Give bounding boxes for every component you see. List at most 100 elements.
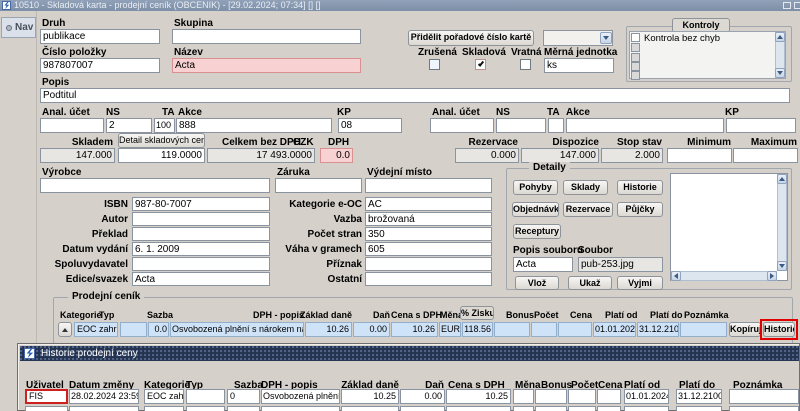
- hist-row2-poznamka-field[interactable]: [729, 406, 799, 411]
- hist-row2-sazba-field[interactable]: [227, 406, 260, 411]
- cenik-mena-field[interactable]: EUR: [439, 322, 461, 337]
- hist-mena-field[interactable]: [513, 389, 534, 404]
- hist-bonus-field[interactable]: [535, 389, 567, 404]
- ostatni-field[interactable]: [365, 272, 492, 286]
- vazba-field[interactable]: brožovaná: [365, 212, 492, 226]
- hist-plati-do-field[interactable]: 31.12.2100: [676, 389, 722, 404]
- hist-typ-field[interactable]: [186, 389, 225, 404]
- anal-ucet-field-left[interactable]: [40, 118, 104, 133]
- cenik-zaklad-field[interactable]: 10.26: [305, 322, 352, 337]
- hist-zaklad-field[interactable]: 10.25: [341, 389, 399, 404]
- cenik-expand-button[interactable]: [58, 322, 72, 337]
- skladova-checkbox[interactable]: [475, 59, 486, 70]
- preview-scroll-right-button[interactable]: [767, 271, 777, 281]
- sklady-button[interactable]: Sklady: [563, 180, 608, 195]
- preview-scroll-up-button[interactable]: [777, 174, 787, 184]
- hist-row2-dan-field[interactable]: [400, 406, 445, 411]
- pohyby-button[interactable]: Pohyby: [513, 180, 558, 195]
- cenik-dph-popis-field[interactable]: Osvobozená plnění s nárokem na odp: [170, 322, 304, 337]
- anal-ucet-field-right[interactable]: [430, 118, 494, 133]
- skupina-field[interactable]: [172, 29, 361, 44]
- hist-pocet-field[interactable]: [568, 389, 596, 404]
- rezervace-button[interactable]: Rezervace: [563, 202, 613, 217]
- hist-kategorie-field[interactable]: EOC zahr: [144, 389, 184, 404]
- edice-field[interactable]: Acta: [132, 272, 270, 286]
- datum-vydani-field[interactable]: 6. 1. 2009: [132, 242, 270, 256]
- cenik-poznamka-field[interactable]: [680, 322, 727, 337]
- priznak-field[interactable]: [365, 257, 492, 271]
- pocet-stran-field[interactable]: 350: [365, 227, 492, 241]
- cenik-zisk-field[interactable]: 118.56: [462, 322, 493, 337]
- kopiruj-button[interactable]: Kopíruj: [729, 322, 761, 337]
- hist-row2-pocet-field[interactable]: [568, 406, 596, 411]
- ns-field-right[interactable]: [496, 118, 546, 133]
- hist-row2-uzivatel-field[interactable]: [25, 406, 68, 411]
- kp-field-left[interactable]: 08: [338, 118, 402, 133]
- cenik-plati-od-field[interactable]: 01.01.2024: [593, 322, 636, 337]
- cislo-polozky-field[interactable]: 987807007: [40, 58, 160, 73]
- hist-row2-plati-od-field[interactable]: [624, 406, 669, 411]
- vyjmi-button[interactable]: Vyjmi: [617, 276, 663, 290]
- hist-row2-cena-s-dph-field[interactable]: [446, 406, 511, 411]
- hist-uzivatel-field[interactable]: FIS: [25, 389, 68, 404]
- preview-vscrollbar[interactable]: [777, 174, 787, 271]
- preview-scroll-left-button[interactable]: [671, 271, 681, 281]
- ukaz-button[interactable]: Ukaž: [568, 276, 612, 290]
- spoluvydavatel-field[interactable]: [132, 257, 270, 271]
- hist-plati-od-field[interactable]: 01.01.2024: [624, 389, 669, 404]
- ta-field-right[interactable]: [548, 118, 564, 133]
- hist-dan-field[interactable]: 0.00: [400, 389, 445, 404]
- hist-row2-zaklad-field[interactable]: [341, 406, 399, 411]
- hist-row2-bonus-field[interactable]: [535, 406, 567, 411]
- zrusena-checkbox[interactable]: [429, 59, 440, 70]
- combo-dropdown-button[interactable]: [600, 32, 612, 44]
- hist-cena-field[interactable]: [597, 389, 621, 404]
- scroll-down-button[interactable]: [775, 68, 785, 78]
- cenik-dan-field[interactable]: 0.00: [353, 322, 390, 337]
- popis-field[interactable]: Podtitul: [40, 88, 790, 103]
- maximum-field[interactable]: [733, 148, 798, 163]
- hist-cena-s-dph-field[interactable]: 10.25: [446, 389, 511, 404]
- dph-field[interactable]: 0.0: [320, 148, 353, 163]
- nav-tab[interactable]: Nav: [1, 17, 36, 38]
- hist-poznamka-field[interactable]: [729, 389, 799, 404]
- assign-number-button[interactable]: Přidělit pořadové číslo kartě: [408, 30, 534, 46]
- restore-icon[interactable]: [783, 2, 791, 9]
- nazev-field[interactable]: Acta: [172, 58, 361, 73]
- popis-souboru-field[interactable]: Acta: [513, 257, 573, 272]
- preview-scroll-down-button[interactable]: [777, 261, 787, 271]
- kp-field-right[interactable]: [726, 118, 796, 133]
- hist-row2-typ-field[interactable]: [186, 406, 225, 411]
- pujcky-button[interactable]: Půjčky: [617, 202, 663, 217]
- detail-skladovych-cen-button[interactable]: Detail skladových cen: [118, 133, 205, 148]
- hist-row2-datum-field[interactable]: [69, 406, 139, 411]
- kategorie-eoc-field[interactable]: AC: [365, 197, 492, 211]
- cenik-sazba-field[interactable]: 0.0: [148, 322, 169, 337]
- cenik-cena-field[interactable]: [558, 322, 592, 337]
- hist-row2-mena-field[interactable]: [513, 406, 534, 411]
- historie-button[interactable]: Historie: [617, 180, 663, 195]
- cenik-header-zisk[interactable]: % Zisku: [460, 306, 494, 320]
- hist-sazba-field[interactable]: 0: [227, 389, 260, 404]
- detail-value-field[interactable]: 119.0000: [118, 148, 205, 163]
- cenik-bonus-field[interactable]: [494, 322, 530, 337]
- preview-hscrollbar[interactable]: [671, 271, 777, 281]
- vydejni-misto-field[interactable]: [365, 178, 492, 193]
- cenik-kategorie-field[interactable]: EOC zahr: [74, 322, 118, 337]
- scroll-up-button[interactable]: [775, 32, 785, 42]
- close-icon[interactable]: [794, 2, 800, 9]
- akce-field-left[interactable]: 888: [176, 118, 332, 133]
- receptury-button[interactable]: Receptury: [513, 224, 561, 239]
- vaha-field[interactable]: 605: [365, 242, 492, 256]
- vloz-button[interactable]: Vlož: [515, 276, 559, 290]
- akce-field-right[interactable]: [566, 118, 724, 133]
- cenik-plati-do-field[interactable]: 31.12.2100: [637, 322, 679, 337]
- cenik-pocet-field[interactable]: [531, 322, 557, 337]
- objednavky-button[interactable]: Objednávky: [512, 202, 559, 217]
- ns-field-left[interactable]: 2: [106, 118, 152, 133]
- hist-row2-plati-do-field[interactable]: [676, 406, 722, 411]
- minimum-field[interactable]: [667, 148, 732, 163]
- preklad-field[interactable]: [132, 227, 270, 241]
- cenik-typ-field[interactable]: [120, 322, 147, 337]
- hist-row2-cena-field[interactable]: [597, 406, 621, 411]
